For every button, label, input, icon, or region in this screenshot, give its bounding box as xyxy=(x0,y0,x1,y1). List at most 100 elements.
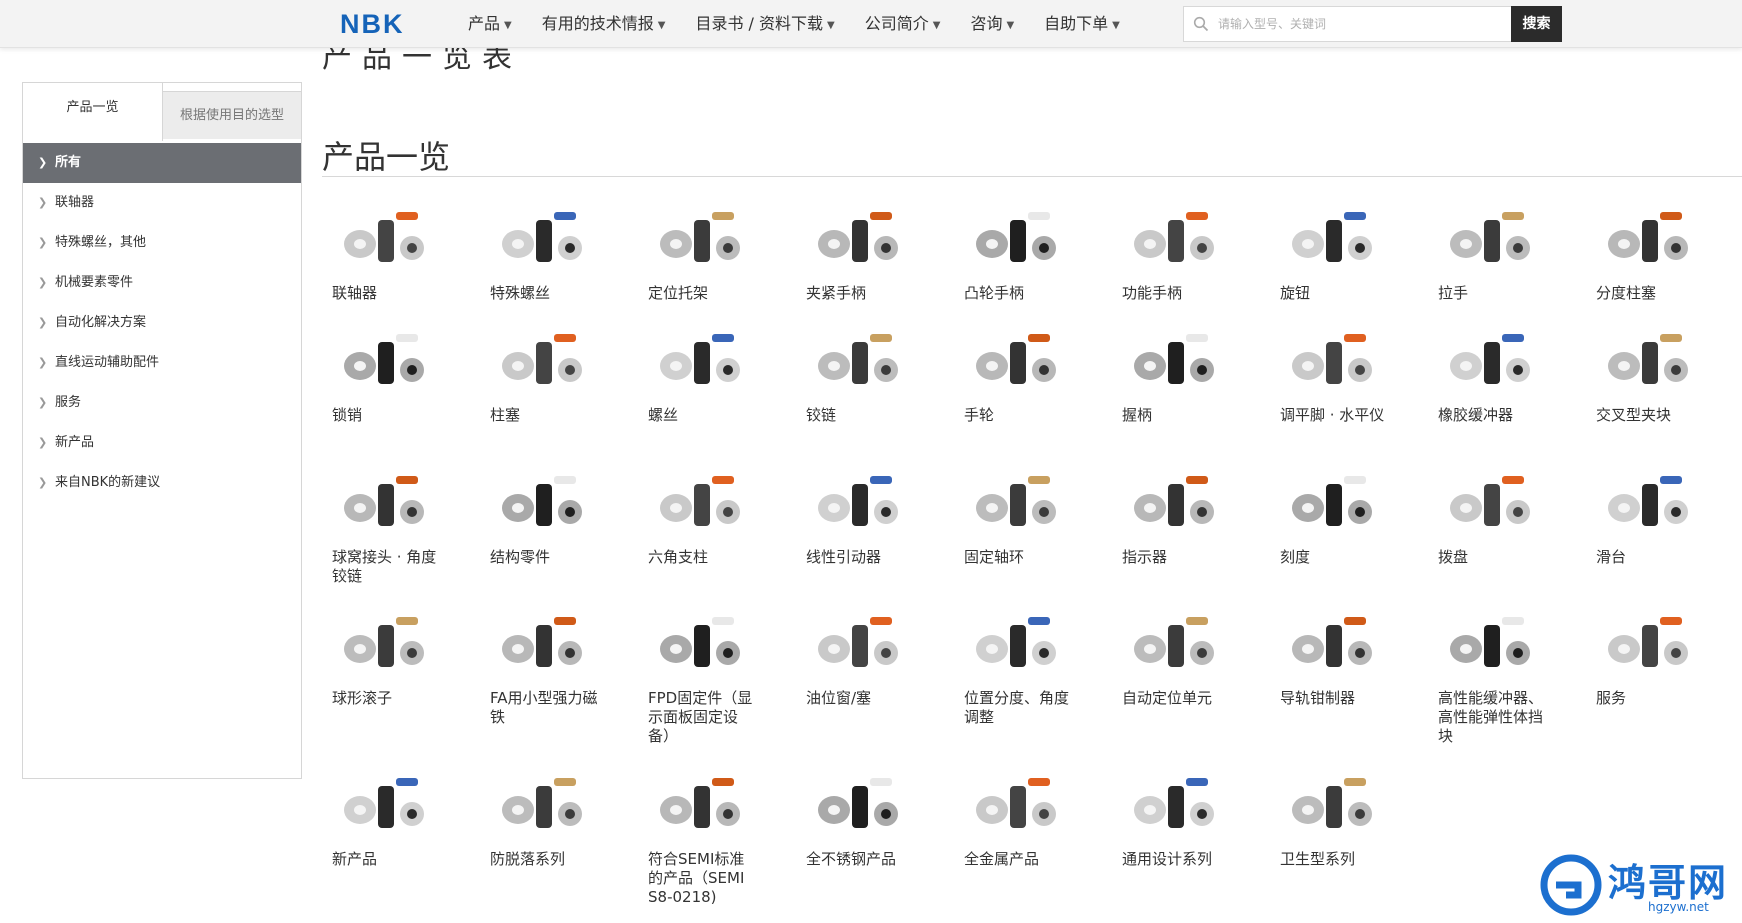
product-label: 滑台 xyxy=(1596,548,1627,566)
product-tile[interactable]: 指示器 xyxy=(1112,462,1262,567)
chevron-right-icon: ❯ xyxy=(38,436,48,449)
product-label: 高性能缓冲器、高性能弹性体挡块 xyxy=(1438,689,1544,745)
product-tile[interactable]: 凸轮手柄 xyxy=(954,198,1104,303)
nbk-logo[interactable]: NBK xyxy=(340,8,405,40)
product-tile[interactable]: 橡胶缓冲器 xyxy=(1428,320,1578,425)
product-label: 通用设计系列 xyxy=(1122,850,1213,868)
knob-icon xyxy=(1292,212,1372,262)
dial-icon xyxy=(1450,476,1530,526)
product-tile[interactable]: 滑台 xyxy=(1586,462,1736,567)
tab-select-by-purpose[interactable]: 根据使用目的选型 xyxy=(163,91,301,139)
search-input[interactable] xyxy=(1218,8,1511,40)
product-label: 拉手 xyxy=(1438,284,1469,302)
ball-joint-icon xyxy=(344,476,424,526)
universal-design-icon xyxy=(1134,778,1214,828)
product-label: 球窝接头 · 角度铰链 xyxy=(332,548,437,585)
product-tile[interactable]: 通用设计系列 xyxy=(1112,764,1262,869)
product-tile[interactable]: 位置分度、角度调整 xyxy=(954,603,1104,727)
sidebar-item-special-screws[interactable]: ❯ 特殊螺丝，其他 xyxy=(23,223,301,263)
product-tile[interactable]: 球窝接头 · 角度铰链 xyxy=(322,462,472,586)
product-tile[interactable]: 交叉型夹块 xyxy=(1586,320,1736,425)
product-label: 铰链 xyxy=(806,406,837,424)
sidebar-item-new-products[interactable]: ❯ 新产品 xyxy=(23,423,301,463)
service-mascot-icon xyxy=(1608,617,1688,667)
page-title: 产品一览 xyxy=(322,138,451,176)
linear-actuator-icon xyxy=(818,476,898,526)
product-tile[interactable]: 油位窗/塞 xyxy=(796,603,946,708)
product-tile[interactable]: 功能手柄 xyxy=(1112,198,1262,303)
sidebar-item-machine-elements[interactable]: ❯ 机械要素零件 xyxy=(23,263,301,303)
product-tile[interactable]: 旋钮 xyxy=(1270,198,1420,303)
product-tile[interactable]: 定位托架 xyxy=(638,198,788,303)
auto-position-unit-icon xyxy=(1134,617,1214,667)
product-tile[interactable]: 握柄 xyxy=(1112,320,1262,425)
sidebar-item-automation[interactable]: ❯ 自动化解决方案 xyxy=(23,303,301,343)
nav-tech-info[interactable]: 有用的技术情报 ▼ xyxy=(542,0,666,48)
product-tile[interactable]: 卫生型系列 xyxy=(1270,764,1420,869)
sidebar-item-all[interactable]: ❯ 所有 xyxy=(23,143,301,183)
cross-clamp-icon xyxy=(1608,334,1688,384)
product-tile[interactable]: 夹紧手柄 xyxy=(796,198,946,303)
product-tile[interactable]: 手轮 xyxy=(954,320,1104,425)
hex-standoff-icon xyxy=(660,476,740,526)
product-tile[interactable]: 全金属产品 xyxy=(954,764,1104,869)
product-tile[interactable]: 线性引动器 xyxy=(796,462,946,567)
product-label: 拨盘 xyxy=(1438,548,1469,566)
tab-product-list[interactable]: 产品一览 xyxy=(23,83,163,141)
product-tile[interactable]: 球形滚子 xyxy=(322,603,472,708)
product-tile[interactable]: 调平脚 · 水平仪 xyxy=(1270,320,1420,425)
sidebar-item-service[interactable]: ❯ 服务 xyxy=(23,383,301,423)
product-tile[interactable]: 联轴器 xyxy=(322,198,472,303)
plunger-icon xyxy=(502,334,582,384)
nav-catalog-download[interactable]: 目录书 / 资料下载 ▼ xyxy=(695,0,834,48)
product-tile[interactable]: 拉手 xyxy=(1428,198,1578,303)
product-tile[interactable]: 固定轴环 xyxy=(954,462,1104,567)
product-tile[interactable]: FA用小型强力磁铁 xyxy=(480,603,630,727)
product-tile[interactable]: 结构零件 xyxy=(480,462,630,567)
product-label: 分度柱塞 xyxy=(1596,284,1657,302)
product-label: 联轴器 xyxy=(332,284,378,302)
product-tile[interactable]: 符合SEMI标准的产品（SEMI S8-0218) xyxy=(638,764,788,907)
product-label: FA用小型强力磁铁 xyxy=(490,689,598,726)
product-tile[interactable]: 分度柱塞 xyxy=(1586,198,1736,303)
function-handle-icon xyxy=(1134,212,1214,262)
product-label: 服务 xyxy=(1596,689,1627,707)
product-label: 握柄 xyxy=(1122,406,1153,424)
chevron-down-icon: ▼ xyxy=(1112,20,1120,31)
watermark-logo-icon xyxy=(1540,854,1602,916)
product-tile[interactable]: 防脱落系列 xyxy=(480,764,630,869)
product-tile[interactable]: 铰链 xyxy=(796,320,946,425)
product-tile[interactable]: 六角支柱 xyxy=(638,462,788,567)
product-tile[interactable]: 服务 xyxy=(1586,603,1736,708)
product-tile[interactable]: 全不锈钢产品 xyxy=(796,764,946,869)
product-label: 导轨钳制器 xyxy=(1280,689,1356,707)
chevron-right-icon: ❯ xyxy=(38,316,48,329)
nav-self-order[interactable]: 自助下单 ▼ xyxy=(1044,0,1120,48)
product-tile[interactable]: 高性能缓冲器、高性能弹性体挡块 xyxy=(1428,603,1578,746)
bracket-icon xyxy=(660,212,740,262)
product-tile[interactable]: 新产品 xyxy=(322,764,472,869)
product-tile[interactable]: 导轨钳制器 xyxy=(1270,603,1420,708)
product-tile[interactable]: 锁销 xyxy=(322,320,472,425)
product-tile[interactable]: 螺丝 xyxy=(638,320,788,425)
clamp-lever-icon xyxy=(818,212,898,262)
anti-drop-icon xyxy=(502,778,582,828)
nav-company[interactable]: 公司简介 ▼ xyxy=(865,0,941,48)
product-tile[interactable]: FPD固定件（显示面板固定设备） xyxy=(638,603,788,746)
product-tile[interactable]: 刻度 xyxy=(1270,462,1420,567)
chevron-down-icon: ▼ xyxy=(932,20,941,31)
product-tile[interactable]: 自动定位单元 xyxy=(1112,603,1262,708)
nav-contact[interactable]: 咨询 ▼ xyxy=(970,0,1014,48)
product-tile[interactable]: 柱塞 xyxy=(480,320,630,425)
sidebar-category-list: ❯ 所有 ❯ 联轴器 ❯ 特殊螺丝，其他 ❯ 机械要素零件 ❯ 自动化解决方案 ❯ 直线运动… xyxy=(23,143,301,503)
hinge-icon xyxy=(818,334,898,384)
sidebar-item-couplings[interactable]: ❯ 联轴器 xyxy=(23,183,301,223)
title-divider xyxy=(322,176,1742,177)
product-tile[interactable]: 特殊螺丝 xyxy=(480,198,630,303)
nav-products[interactable]: 产品 ▼ xyxy=(468,0,512,48)
product-label: 凸轮手柄 xyxy=(964,284,1025,302)
sidebar-item-nbk-proposals[interactable]: ❯ 来自NBK的新建议 xyxy=(23,463,301,503)
sidebar-item-linear-motion[interactable]: ❯ 直线运动辅助配件 xyxy=(23,343,301,383)
product-tile[interactable]: 拨盘 xyxy=(1428,462,1578,567)
search-button[interactable]: 搜索 xyxy=(1511,6,1562,42)
